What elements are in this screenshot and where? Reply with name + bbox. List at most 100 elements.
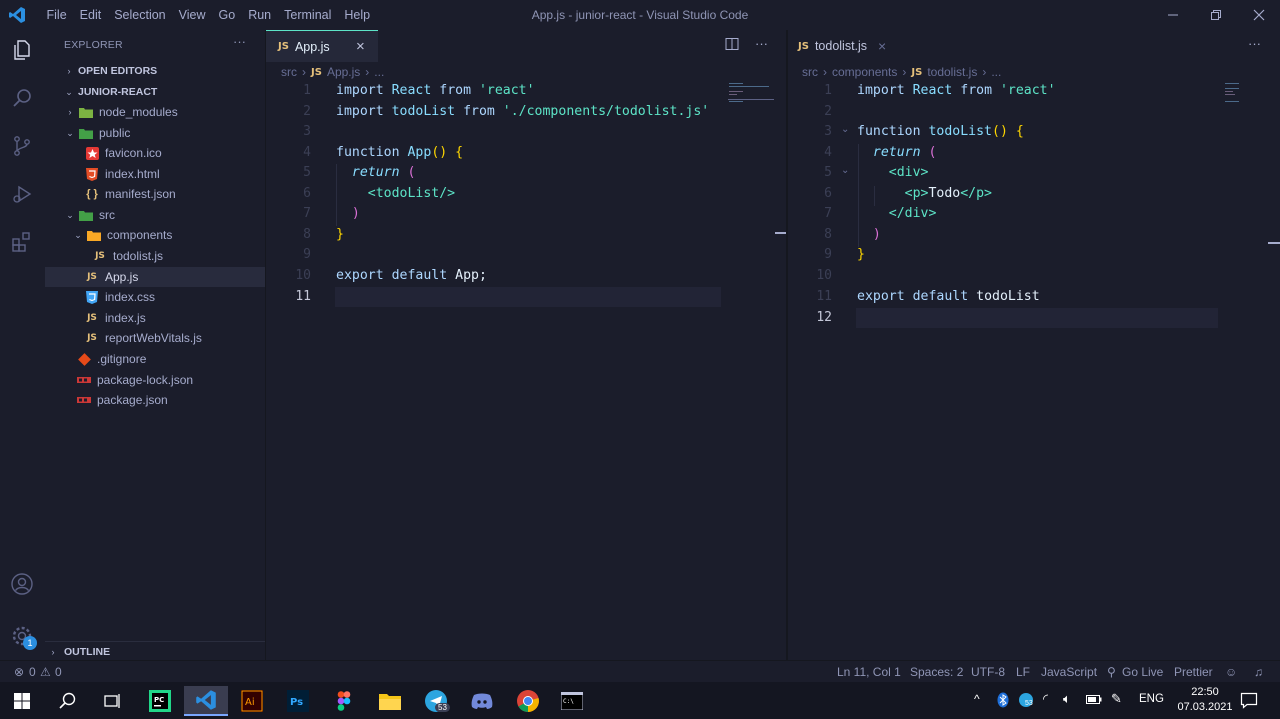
explorer-icon[interactable] (8, 36, 36, 64)
search-icon[interactable] (46, 686, 90, 716)
breadcrumb-item[interactable]: ... (991, 65, 1001, 79)
error-count[interactable]: 0 (29, 665, 36, 679)
outline-section[interactable]: › OUTLINE (45, 641, 265, 662)
vscode-icon[interactable] (184, 686, 228, 716)
windows-start-icon[interactable] (0, 686, 44, 716)
tree-item-public[interactable]: ⌄ public (45, 123, 265, 143)
prettier-button[interactable]: Prettier (1174, 665, 1213, 679)
breadcrumb-item[interactable]: ... (374, 65, 384, 79)
tree-item-favicon[interactable]: favicon.ico (45, 143, 265, 163)
breadcrumb-item[interactable]: App.js (327, 65, 360, 79)
breadcrumb-item[interactable]: todolist.js (927, 65, 977, 79)
tree-item-reportwebvitals[interactable]: JS reportWebVitals.js (45, 328, 265, 348)
tree-item-package-json[interactable]: package.json (45, 390, 265, 410)
minimap[interactable] (1225, 82, 1265, 104)
account-icon[interactable] (8, 570, 36, 598)
end-of-line[interactable]: LF (1016, 665, 1030, 679)
tree-item-manifest[interactable]: { } manifest.json (45, 184, 265, 204)
clock-time: 22:50 (1191, 686, 1219, 698)
fold-chevron-icon[interactable]: ⌄ (841, 165, 849, 176)
tree-item-gitignore[interactable]: .gitignore (45, 349, 265, 369)
tab-app-js[interactable]: JS App.js × (266, 30, 378, 62)
code-line: <div> (888, 165, 929, 180)
notifications-bell-icon[interactable]: ♫ (1254, 665, 1263, 679)
code-line: ) (872, 227, 881, 242)
errors-icon[interactable]: ⊗ (14, 665, 24, 679)
split-editor-icon[interactable] (725, 37, 741, 53)
discord-icon[interactable] (460, 686, 504, 716)
editor-left-code[interactable]: 1 2 3 4 5 6 7 8 9 10 11 import React fro… (266, 82, 786, 660)
tree-item-node-modules[interactable]: › node_modules (45, 102, 265, 122)
telegram-tray-icon[interactable]: 53 (1018, 692, 1034, 708)
restore-button[interactable] (1193, 0, 1239, 30)
menu-file[interactable]: File (40, 8, 73, 22)
menu-terminal[interactable]: Terminal (278, 8, 338, 22)
explorer-more-button[interactable]: ··· (233, 34, 246, 49)
warning-icon[interactable]: ⚠ (40, 665, 51, 679)
editor-right-code[interactable]: 1 2 3 4 5 6 7 8 9 10 11 12 ⌄ ⌄ import Re… (788, 82, 1280, 660)
input-language[interactable]: ENG (1139, 693, 1164, 705)
illustrator-icon[interactable]: Ai (230, 686, 274, 716)
project-section[interactable]: ⌄ JUNIOR-REACT (45, 82, 265, 102)
tree-item-src[interactable]: ⌄ src (45, 205, 265, 225)
tree-item-label: manifest.json (105, 187, 176, 201)
battery-icon[interactable] (1086, 693, 1102, 705)
line-number: 2 (303, 104, 311, 119)
breadcrumb-item[interactable]: components (832, 65, 897, 79)
editor-more-button[interactable]: ··· (1248, 36, 1261, 51)
tree-item-components[interactable]: ⌄ components (45, 225, 265, 245)
cursor-position[interactable]: Ln 11, Col 1 (837, 665, 901, 679)
tab-todolist-js[interactable]: JS todolist.js × (788, 30, 898, 62)
go-live-button[interactable]: Go Live (1122, 665, 1163, 679)
menu-help[interactable]: Help (338, 8, 377, 22)
indentation[interactable]: Spaces: 2 (910, 665, 963, 679)
close-icon[interactable]: × (878, 38, 886, 54)
tree-item-app-js[interactable]: JS App.js (45, 267, 265, 287)
wifi-icon[interactable]: ◜ (1043, 691, 1048, 707)
breadcrumb-item[interactable]: src (281, 65, 297, 79)
menu-edit[interactable]: Edit (73, 8, 108, 22)
close-icon[interactable]: × (356, 38, 365, 55)
tree-item-package-lock[interactable]: package-lock.json (45, 370, 265, 390)
search-icon[interactable] (8, 84, 36, 112)
extensions-icon[interactable] (8, 228, 36, 256)
editor-more-button[interactable]: ··· (755, 36, 768, 51)
tree-item-index-html[interactable]: index.html (45, 164, 265, 184)
fold-chevron-icon[interactable]: ⌄ (841, 124, 849, 135)
clock[interactable]: 22:50 07.03.2021 (1175, 685, 1235, 715)
action-center-icon[interactable] (1240, 691, 1258, 709)
menu-run[interactable]: Run (242, 8, 278, 22)
close-window-button[interactable] (1236, 0, 1280, 30)
bluetooth-icon[interactable] (997, 692, 1009, 708)
warning-count[interactable]: 0 (55, 665, 62, 679)
volume-icon[interactable]: 🔈︎ (1063, 691, 1071, 707)
file-explorer-icon[interactable] (368, 686, 412, 716)
menu-view[interactable]: View (172, 8, 212, 22)
minimize-button[interactable] (1150, 0, 1196, 30)
breadcrumb-item[interactable]: src (802, 65, 818, 79)
tree-item-index-css[interactable]: index.css (45, 287, 265, 307)
menu-go[interactable]: Go (212, 8, 242, 22)
chrome-icon[interactable] (506, 686, 550, 716)
feedback-icon[interactable]: ☺ (1225, 665, 1237, 679)
run-debug-icon[interactable] (8, 180, 36, 208)
pen-icon[interactable]: ✎ (1111, 691, 1122, 707)
pycharm-icon[interactable]: PC (138, 686, 182, 716)
terminal-icon[interactable]: C:\ (550, 686, 594, 716)
encoding[interactable]: UTF-8 (971, 665, 1005, 679)
figma-icon[interactable] (322, 686, 366, 716)
tray-overflow-icon[interactable]: ^ (974, 692, 980, 706)
telegram-icon[interactable]: 53 (414, 686, 458, 716)
language-mode[interactable]: JavaScript (1041, 665, 1097, 679)
breadcrumb-right: src › components › JS todolist.js › ... (802, 62, 1006, 82)
tree-item-todolist[interactable]: JS todolist.js (45, 246, 265, 266)
photoshop-icon[interactable]: Ps (276, 686, 320, 716)
open-editors-section[interactable]: › OPEN EDITORS (45, 61, 265, 81)
task-view-icon[interactable] (90, 686, 134, 716)
menu-selection[interactable]: Selection (108, 8, 172, 22)
minimap-slider[interactable] (728, 99, 774, 100)
tree-item-index-js[interactable]: JS index.js (45, 308, 265, 328)
manage-gear-icon[interactable]: 1 (8, 622, 37, 650)
chevron-down-icon: ⌄ (65, 86, 73, 97)
source-control-icon[interactable] (8, 132, 36, 160)
